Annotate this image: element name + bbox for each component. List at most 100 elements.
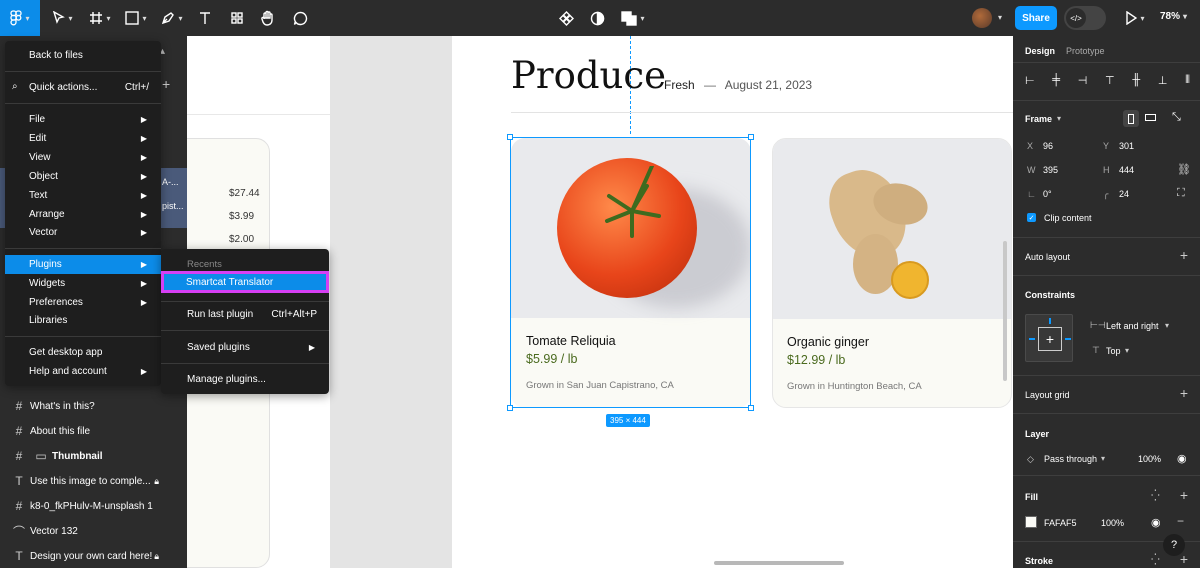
add-layout-grid-icon[interactable]: + (1180, 385, 1188, 401)
menu-item-smartcat-translator[interactable]: Smartcat Translator (161, 271, 329, 293)
layer-row[interactable]: T Use this image to comple... 🔒︎ (0, 469, 187, 493)
align-top-icon[interactable]: ⊤ (1105, 74, 1115, 87)
fill-swatch[interactable] (1025, 516, 1037, 528)
lock-icon[interactable]: 🔒︎ (154, 551, 159, 562)
comment-tool[interactable] (290, 8, 310, 28)
eye-icon[interactable]: ◉ (1177, 452, 1187, 465)
main-menu-button[interactable]: ▾ (0, 0, 40, 36)
layer-row[interactable]: ⌒ Vector 132 (0, 519, 187, 543)
layer-row[interactable]: # k8-0_fkPHulv-M-unsplash 1 (0, 494, 187, 518)
constraint-right-bar[interactable] (1065, 338, 1071, 340)
pen-tool[interactable]: ▾ (158, 8, 186, 28)
blend-mode-select[interactable]: Pass through (1044, 454, 1097, 464)
x-field[interactable]: 96 (1043, 141, 1053, 151)
align-left-icon[interactable]: ⊢ (1025, 74, 1035, 87)
constraint-top-bar[interactable] (1049, 318, 1051, 324)
layer-row[interactable]: T Design your own card here! 🔒︎ (0, 544, 187, 568)
add-fill-icon[interactable]: + (1180, 487, 1188, 503)
menu-item-arrange[interactable]: Arrange ▶ (5, 205, 161, 224)
constraint-left-bar[interactable] (1029, 338, 1035, 340)
menu-item-help-and-account[interactable]: Help and account ▶ (5, 362, 161, 381)
add-auto-layout-icon[interactable]: + (1180, 247, 1188, 263)
tab-design[interactable]: Design (1025, 46, 1055, 56)
constraints-widget[interactable]: + (1025, 314, 1073, 362)
text-tool[interactable] (196, 8, 214, 28)
chevron-down-icon[interactable]: ▾ (998, 13, 1002, 22)
layer-row[interactable]: # What's in this? (0, 394, 187, 418)
fill-hex-field[interactable]: FAFAF5 (1044, 518, 1077, 528)
layer-opacity-field[interactable]: 100% (1138, 454, 1161, 464)
chevron-down-icon[interactable]: ▾ (1101, 454, 1105, 463)
menu-item-preferences[interactable]: Preferences ▶ (5, 293, 161, 312)
align-right-icon[interactable]: ⊣ (1078, 74, 1088, 87)
align-center-h-icon[interactable]: ╪ (1052, 74, 1060, 87)
selection-handle[interactable] (748, 134, 754, 140)
constrain-proportions-icon[interactable]: ⛓︎ (1177, 163, 1191, 176)
resources-tool[interactable] (228, 8, 246, 28)
menu-item-get-desktop-app[interactable]: Get desktop app (5, 343, 161, 362)
vertical-constraint-select[interactable]: Top (1106, 346, 1121, 356)
hand-tool[interactable] (258, 8, 278, 28)
menu-item-text[interactable]: Text ▶ (5, 186, 161, 205)
menu-item-view[interactable]: View ▶ (5, 148, 161, 167)
fill-opacity-field[interactable]: 100% (1101, 518, 1124, 528)
frame-label[interactable]: Frame (1025, 114, 1052, 124)
move-tool[interactable]: ▾ (50, 8, 76, 28)
frame-tool[interactable]: ▾ (86, 8, 114, 28)
dev-mode-toggle[interactable]: </> (1064, 6, 1106, 30)
menu-item-saved-plugins[interactable]: Saved plugins ▶ (161, 338, 329, 357)
menu-item-plugins[interactable]: Plugins ▶ (5, 255, 161, 274)
menu-item-edit[interactable]: Edit ▶ (5, 129, 161, 148)
remove-fill-icon[interactable]: − (1177, 514, 1184, 528)
style-grid-icon[interactable]: ⁛ (1151, 489, 1160, 502)
horizontal-scrollbar[interactable] (714, 561, 844, 565)
independent-corners-icon[interactable]: ⛶ (1177, 187, 1185, 200)
rotation-field[interactable]: 0° (1043, 189, 1052, 199)
zoom-dropdown[interactable]: 78% ▾ (1160, 11, 1187, 22)
menu-item-run-last-plugin[interactable]: Run last plugin Ctrl+Alt+P (161, 305, 329, 324)
menu-item-quick-actions[interactable]: ⌕ Quick actions... Ctrl+/ (5, 78, 161, 97)
tab-prototype[interactable]: Prototype (1066, 46, 1105, 56)
style-grid-icon[interactable]: ⁛ (1151, 553, 1160, 566)
menu-item-back-to-files[interactable]: Back to files (5, 46, 161, 65)
menu-item-widgets[interactable]: Widgets ▶ (5, 274, 161, 293)
chevron-down-icon[interactable]: ▾ (1057, 114, 1061, 123)
selection-handle[interactable] (748, 405, 754, 411)
landscape-icon[interactable] (1145, 114, 1156, 121)
lock-icon[interactable]: 🔒︎ (154, 476, 159, 487)
layer-row[interactable]: # About this file (0, 419, 187, 443)
menu-item-manage-plugins[interactable]: Manage plugins... (161, 370, 329, 389)
y-field[interactable]: 301 (1119, 141, 1134, 151)
menu-item-object[interactable]: Object ▶ (5, 167, 161, 186)
resize-to-fit-icon[interactable]: ⤡ (1172, 111, 1181, 124)
align-center-v-icon[interactable]: ╫ (1132, 74, 1140, 87)
clip-content-checkbox[interactable]: ✓ (1027, 213, 1036, 222)
present-button[interactable]: ▾ (1122, 8, 1148, 28)
h-field[interactable]: 444 (1119, 165, 1134, 175)
avatar[interactable] (972, 8, 992, 28)
layer-row[interactable]: # ▭ Thumbnail (0, 444, 187, 468)
help-button[interactable]: ? (1163, 534, 1185, 556)
w-field[interactable]: 395 (1043, 165, 1058, 175)
eye-icon[interactable]: ◉ (1151, 516, 1161, 529)
share-button[interactable]: Share (1015, 6, 1057, 30)
chevron-down-icon[interactable]: ▾ (1125, 346, 1129, 355)
menu-item-file[interactable]: File ▶ (5, 110, 161, 129)
distribute-icon[interactable]: ⦀ (1185, 74, 1190, 87)
vertical-scrollbar[interactable] (1003, 241, 1007, 381)
boolean-button[interactable]: ▾ (618, 8, 648, 28)
selection-handle[interactable] (507, 134, 513, 140)
chevron-down-icon[interactable]: ▾ (1165, 321, 1169, 330)
portrait-icon[interactable] (1123, 110, 1139, 127)
menu-item-libraries[interactable]: Libraries (5, 311, 161, 330)
component-button[interactable] (556, 8, 576, 28)
align-bottom-icon[interactable]: ⊥ (1158, 74, 1168, 87)
menu-item-vector[interactable]: Vector ▶ (5, 223, 161, 242)
product-card[interactable]: Organic ginger $12.99 / lb Grown in Hunt… (772, 138, 1012, 408)
selection-handle[interactable] (507, 405, 513, 411)
shape-tool[interactable]: ▾ (122, 8, 150, 28)
add-page-icon[interactable]: + (162, 76, 170, 92)
corner-radius-field[interactable]: 24 (1119, 189, 1129, 199)
mask-button[interactable] (588, 8, 606, 28)
horizontal-constraint-select[interactable]: Left and right (1106, 321, 1159, 331)
